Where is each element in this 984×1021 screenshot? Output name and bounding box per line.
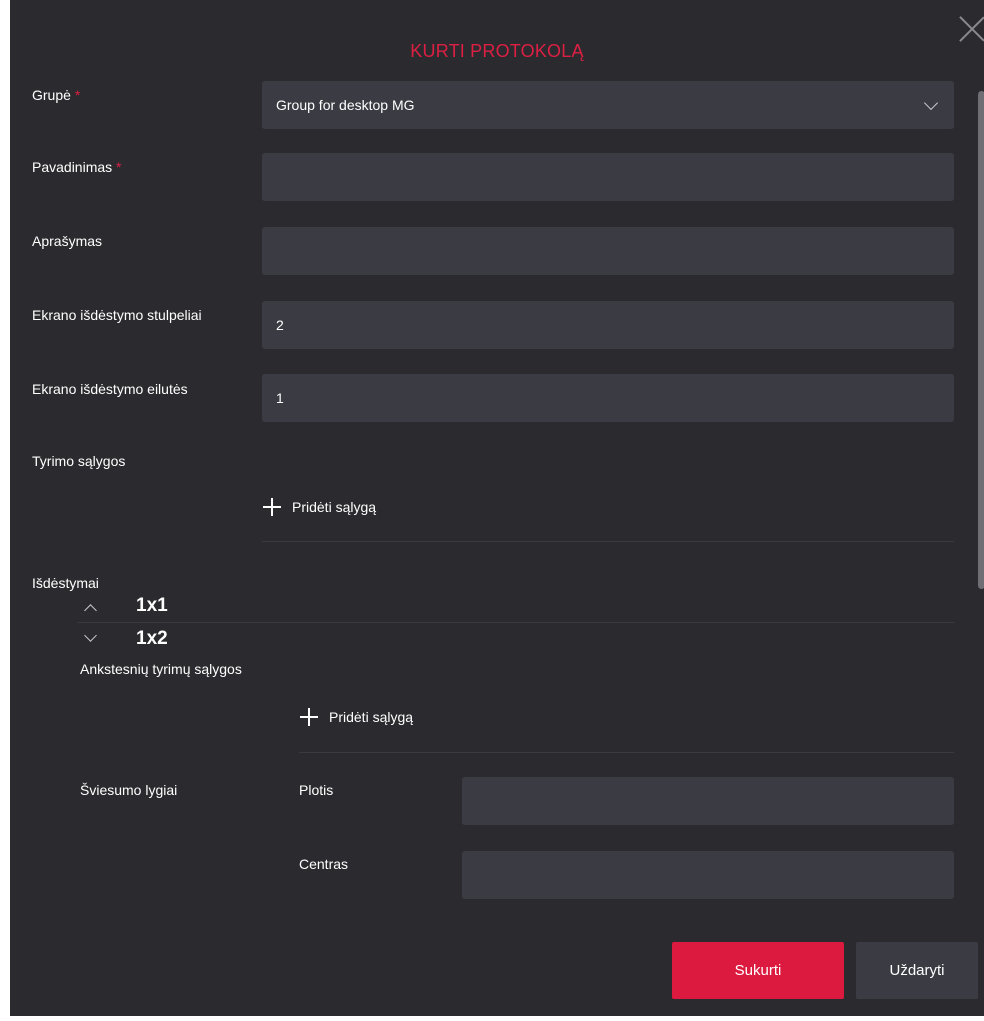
divider (299, 752, 954, 753)
add-previous-condition-button[interactable]: Pridėti sąlygą (299, 707, 413, 727)
layout-rows-input[interactable]: 1 (262, 374, 954, 422)
page-edge-bottom (0, 1016, 984, 1021)
name-label-text: Pavadinimas (32, 159, 113, 175)
group-select-value: Group for desktop MG (276, 97, 415, 113)
chevron-up-icon[interactable] (84, 604, 97, 617)
layout-columns-input[interactable]: 2 (262, 301, 954, 349)
page-edge-left (0, 0, 10, 1021)
required-mark: * (74, 87, 81, 103)
brightness-label: Šviesumo lygiai (80, 782, 178, 798)
description-label: Aprašymas (32, 233, 103, 249)
center-label: Centras (299, 856, 349, 872)
plus-icon (262, 497, 282, 517)
divider (78, 622, 954, 623)
group-label-text: Grupė (32, 87, 71, 103)
scrollbar-thumb[interactable] (978, 91, 984, 589)
group-label: Grupė * (32, 87, 80, 103)
previous-conditions-label: Ankstesnių tyrimų sąlygos (80, 661, 242, 677)
layout-item-title: 1x1 (136, 595, 168, 616)
name-label: Pavadinimas * (32, 159, 122, 175)
layout-item-title: 1x2 (136, 628, 168, 649)
create-protocol-dialog: KURTI PROTOKOLĄ Grupė * Group for deskto… (10, 7, 984, 1016)
close-button[interactable]: Uždaryti (856, 942, 978, 999)
add-previous-condition-label: Pridėti sąlygą (329, 709, 414, 725)
chevron-down-icon (923, 95, 939, 111)
study-conditions-label: Tyrimo sąlygos (32, 453, 126, 469)
dialog-title: KURTI PROTOKOLĄ (410, 41, 584, 61)
name-input[interactable] (262, 153, 954, 201)
plus-icon (299, 707, 319, 727)
width-label: Plotis (299, 782, 334, 798)
close-icon[interactable] (958, 15, 984, 43)
layout-rows-label: Ekrano išdėstymo eilutės (32, 381, 188, 397)
chevron-down-icon[interactable] (84, 629, 97, 642)
add-condition-label: Pridėti sąlygą (292, 499, 377, 515)
add-condition-button[interactable]: Pridėti sąlygą (262, 497, 376, 517)
layout-columns-label: Ekrano išdėstymo stulpeliai (32, 307, 202, 323)
group-select[interactable]: Group for desktop MG (262, 81, 954, 129)
required-mark: * (116, 159, 122, 175)
divider (262, 541, 954, 542)
create-button[interactable]: Sukurti (672, 942, 844, 999)
center-input[interactable] (462, 851, 954, 899)
width-input[interactable] (462, 777, 954, 825)
description-input[interactable] (262, 227, 954, 275)
layouts-label: Išdėstymai (32, 575, 99, 591)
